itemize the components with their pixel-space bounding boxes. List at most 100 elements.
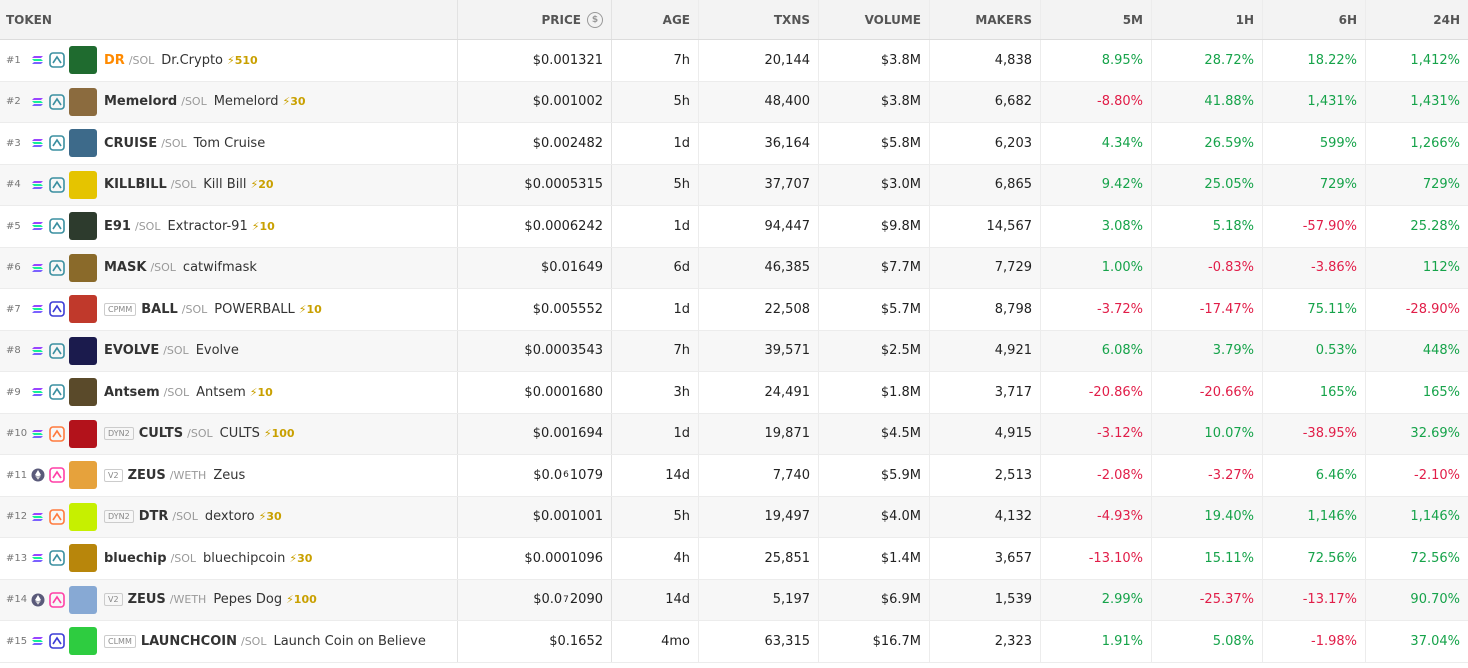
table-row[interactable]: #12 DYN2 DTR/SOL dextoro ⚡30 $0.001001 5h 19,49… [0,496,1468,538]
table-row[interactable]: #8 EVOLVE/SOL Evolve $0.0003543 7h 39,571 $2.5… [0,330,1468,372]
token-cell[interactable]: #3 CRUISE/SOL Tom Cruise [0,123,458,164]
token-symbol[interactable]: DTR [139,509,169,524]
token-symbol[interactable]: Memelord [104,94,177,109]
table-row[interactable]: #11 V2 ZEUS/WETH Zeus $0.0 6 1079 14d 7,740 $5.9M… [0,455,1468,497]
table-row[interactable]: #7 CPMM BALL/SOL POWERBALL ⚡10 $0.005552 1d 22,… [0,289,1468,331]
token-name[interactable]: dextoro [205,509,255,524]
token-name[interactable]: Kill Bill [203,177,246,192]
token-symbol[interactable]: KILLBILL [104,177,167,192]
token-cell[interactable]: #15 CLMM LAUNCHCOIN/SOL Launch Coin on Beli… [0,621,458,662]
token-symbol[interactable]: ZEUS [128,592,166,607]
rank: #14 [6,594,28,606]
token-name[interactable]: CULTS [220,426,260,441]
token-symbol[interactable]: E91 [104,219,131,234]
col-age[interactable]: AGE [612,0,698,39]
table-row[interactable]: #4 KILLBILL/SOL Kill Bill ⚡20 $0.0005315 5h 37… [0,164,1468,206]
token-name[interactable]: Tom Cruise [194,136,266,151]
change-5m-cell: 2.99% [1040,579,1151,620]
makers-cell: 7,729 [929,247,1040,288]
token-symbol[interactable]: MASK [104,260,146,275]
table-row[interactable]: #9 Antsem/SOL Antsem ⚡10 $0.0001680 3h 24,491 $… [0,372,1468,414]
token-name[interactable]: POWERBALL [214,302,294,317]
token-avatar [69,295,97,324]
change-5m-cell: -20.86% [1040,372,1151,413]
token-symbol[interactable]: LAUNCHCOIN [141,634,237,649]
token-cell[interactable]: #2 Memelord/SOL Memelord ⚡30 [0,81,458,122]
token-symbol[interactable]: BALL [141,302,178,317]
table-row[interactable]: #5 E91/SOL Extractor-91 ⚡10 $0.0006242 1d 94,4… [0,206,1468,248]
token-avatar [69,378,97,407]
token-cell[interactable]: #1 DR/SOL Dr.Crypto ⚡510 [0,40,458,81]
change-6h-cell: 165% [1262,372,1365,413]
change-5m-cell: -2.08% [1040,455,1151,496]
change-6h-cell: 72.56% [1262,538,1365,579]
rank: #1 [6,54,21,66]
rank: #11 [6,469,28,481]
token-name[interactable]: Dr.Crypto [161,53,223,68]
token-symbol[interactable]: CULTS [139,426,183,441]
token-cell[interactable]: #11 V2 ZEUS/WETH Zeus [0,455,458,496]
currency-toggle-icon[interactable]: $ [587,11,603,28]
table-row[interactable]: #14 V2 ZEUS/WETH Pepes Dog ⚡100 $0.0 7 2090 14d 5… [0,579,1468,621]
change-1h-cell: -0.83% [1151,247,1262,288]
price-cell: $0.001321 [458,40,612,81]
token-cell[interactable]: #4 KILLBILL/SOL Kill Bill ⚡20 [0,164,458,205]
txns-cell: 37,707 [698,164,818,205]
table-row[interactable]: #10 DYN2 CULTS/SOL CULTS ⚡100 $0.001694 1d 19,8… [0,413,1468,455]
token-name[interactable]: Antsem [196,385,246,400]
table-row[interactable]: #13 bluechip/SOL bluechipcoin ⚡30 $0.0001096… [0,538,1468,580]
change-5m-cell: 8.95% [1040,40,1151,81]
token-cell[interactable]: #14 V2 ZEUS/WETH Pepes Dog ⚡100 [0,579,458,620]
col-5m[interactable]: 5M [1040,0,1151,39]
token-symbol[interactable]: bluechip [104,551,167,566]
token-symbol[interactable]: CRUISE [104,136,157,151]
table-row[interactable]: #2 Memelord/SOL Memelord ⚡30 $0.001002 5h 48,4… [0,81,1468,123]
token-name[interactable]: Zeus [213,468,245,483]
col-token[interactable]: TOKEN [0,0,458,39]
col-1h[interactable]: 1H [1151,0,1262,39]
token-name[interactable]: Extractor-91 [167,219,247,234]
table-row[interactable]: #15 CLMM LAUNCHCOIN/SOL Launch Coin on Beli… [0,621,1468,663]
token-symbol[interactable]: DR [104,53,125,68]
change-6h-cell: 6.46% [1262,455,1365,496]
token-cell[interactable]: #8 EVOLVE/SOL Evolve [0,330,458,371]
token-symbol[interactable]: ZEUS [128,468,166,483]
token-cell[interactable]: #7 CPMM BALL/SOL POWERBALL ⚡10 [0,289,458,330]
table-row[interactable]: #3 CRUISE/SOL Tom Cruise $0.002482 1d 36,164 $… [0,123,1468,165]
dex-icon [49,384,65,401]
dex-icon [49,135,65,152]
table-header: TOKEN PRICE $ AGE TXNS VOLUME MAKERS 5M … [0,0,1468,40]
col-6h[interactable]: 6H [1262,0,1365,39]
table-row[interactable]: #1 DR/SOL Dr.Crypto ⚡510 $0.001321 7h 20,144 $3… [0,40,1468,82]
table-row[interactable]: #6 MASK/SOL catwifmask $0.01649 6d 46,385 $7.7… [0,247,1468,289]
txns-cell: 36,164 [698,123,818,164]
col-price[interactable]: PRICE $ [458,0,612,39]
quote-symbol: /WETH [169,593,207,607]
token-cell[interactable]: #12 DYN2 DTR/SOL dextoro ⚡30 [0,496,458,537]
change-24h-cell: 1,431% [1365,81,1468,122]
token-name[interactable]: bluechipcoin [203,551,285,566]
volume-cell: $5.9M [818,455,929,496]
quote-symbol: /SOL [181,95,207,109]
token-name[interactable]: Launch Coin on Believe [273,634,425,649]
token-cell[interactable]: #9 Antsem/SOL Antsem ⚡10 [0,372,458,413]
token-cell[interactable]: #6 MASK/SOL catwifmask [0,247,458,288]
token-cell[interactable]: #13 bluechip/SOL bluechipcoin ⚡30 [0,538,458,579]
txns-cell: 63,315 [698,621,818,662]
token-symbol[interactable]: Antsem [104,385,160,400]
volume-cell: $1.4M [818,538,929,579]
token-name[interactable]: catwifmask [183,260,257,275]
col-24h[interactable]: 24H [1365,0,1468,39]
token-name[interactable]: Evolve [196,343,239,358]
col-volume[interactable]: VOLUME [818,0,929,39]
rank: #15 [6,635,28,647]
token-cell[interactable]: #5 E91/SOL Extractor-91 ⚡10 [0,206,458,247]
solana-icon [31,178,45,192]
col-txns[interactable]: TXNS [698,0,818,39]
token-symbol[interactable]: EVOLVE [104,343,159,358]
token-cell[interactable]: #10 DYN2 CULTS/SOL CULTS ⚡100 [0,413,458,454]
quote-symbol: /SOL [181,302,208,316]
col-makers[interactable]: MAKERS [929,0,1040,39]
token-name[interactable]: Pepes Dog [213,592,282,607]
token-name[interactable]: Memelord [214,94,279,109]
